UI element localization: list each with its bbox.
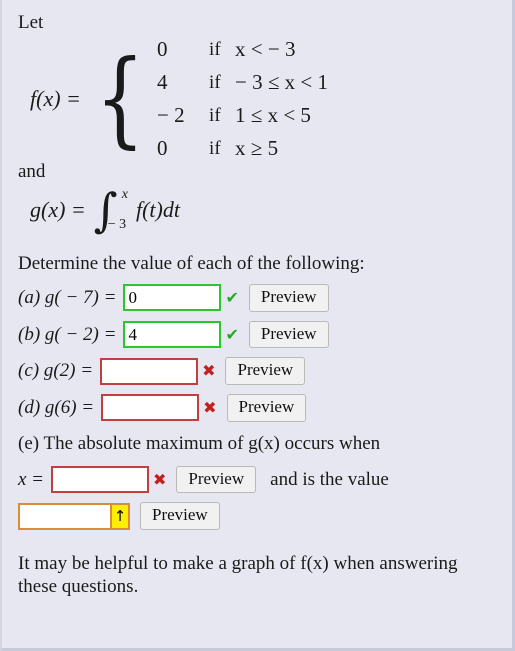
integral-expression: ∫ x − 3 xyxy=(94,187,128,233)
question-label-c: (c) g(2) = xyxy=(18,360,94,382)
check-icon: ✔ xyxy=(225,287,239,307)
check-icon: ✔ xyxy=(225,324,239,344)
question-row-e-x: x = ✖ Preview and is the value xyxy=(18,465,512,494)
answer-input-e-value[interactable] xyxy=(18,502,112,530)
case-value: − 2 xyxy=(157,103,185,127)
instructions-text: Determine the value of each of the follo… xyxy=(18,253,365,274)
answer-input-a[interactable] xyxy=(123,284,222,312)
footer-note: It may be helpful to make a graph of f(x… xyxy=(18,553,458,598)
case-value: 0 xyxy=(157,37,168,61)
question-row-d: (d) g(6) = ✖ Preview xyxy=(18,394,512,422)
preview-button-c[interactable]: Preview xyxy=(225,357,306,386)
let-label: Let xyxy=(18,12,44,33)
question-row-e-value: ↑ Preview xyxy=(18,502,512,531)
integral-limits: x − 3 xyxy=(108,187,128,233)
answer-input-b[interactable] xyxy=(123,321,222,349)
problem-panel: Let f(x) = { 0 if x < − 3 4 if − 3 ≤ x <… xyxy=(0,0,515,651)
case-value: 4 xyxy=(157,70,168,94)
integral-lhs: g(x) = xyxy=(30,197,86,222)
case-if-word: if xyxy=(209,137,221,159)
question-label-a: (a) g( − 7) = xyxy=(18,286,117,308)
answer-input-d[interactable] xyxy=(101,394,200,422)
integral-lower-limit: − 3 xyxy=(107,217,127,232)
case-condition: x ≥ 5 xyxy=(235,136,279,160)
function-label: f(x) = xyxy=(30,86,81,111)
cross-icon: ✖ xyxy=(202,361,216,381)
question-row-b: (b) g( − 2) = ✔ Preview xyxy=(18,320,512,349)
piecewise-cases: 0 if x < − 3 4 if − 3 ≤ x < 1 − 2 if 1 ≤… xyxy=(157,37,328,161)
question-row-e-prompt: (e) The absolute maximum of g(x) occurs … xyxy=(18,431,512,457)
case-if-word: if xyxy=(209,38,221,60)
question-label-b: (b) g( − 2) = xyxy=(18,323,117,345)
integrand: f(t)dt xyxy=(135,197,180,222)
and-label: and xyxy=(18,161,46,182)
piecewise-function-definition: f(x) = { 0 if x < − 3 4 if − 3 ≤ x < 1 −… xyxy=(30,37,512,161)
case-condition: 1 ≤ x < 5 xyxy=(235,103,311,127)
preview-button-b[interactable]: Preview xyxy=(248,320,329,349)
x-equals-label: x = xyxy=(18,468,45,490)
question-label-e: (e) The absolute maximum of g(x) occurs … xyxy=(18,432,381,454)
case-value: 0 xyxy=(157,136,168,160)
answer-input-e-x[interactable] xyxy=(51,466,150,494)
arrow-up-icon[interactable]: ↑ xyxy=(112,502,130,530)
case-if-word: if xyxy=(209,71,221,93)
case-condition: x < − 3 xyxy=(235,37,296,61)
preview-button-d[interactable]: Preview xyxy=(226,394,307,422)
left-brace-glyph: { xyxy=(95,37,145,160)
cross-icon: ✖ xyxy=(203,397,217,417)
and-is-the-value-text: and is the value xyxy=(270,468,389,490)
case-condition: − 3 ≤ x < 1 xyxy=(235,70,329,94)
answer-input-group-e-value: ↑ xyxy=(18,502,130,530)
question-label-d: (d) g(6) = xyxy=(18,396,95,418)
cross-icon: ✖ xyxy=(153,469,167,489)
preview-button-e-value[interactable]: Preview xyxy=(140,502,220,531)
preview-button-e-x[interactable]: Preview xyxy=(176,465,257,494)
preview-button-a[interactable]: Preview xyxy=(248,284,329,312)
integral-upper-limit: x xyxy=(121,187,128,202)
answer-input-c[interactable] xyxy=(100,357,199,385)
question-row-c: (c) g(2) = ✖ Preview xyxy=(18,357,512,386)
question-row-a: (a) g( − 7) = ✔ Preview xyxy=(18,284,512,312)
case-if-word: if xyxy=(209,104,221,126)
integral-definition: g(x) = ∫ x − 3 f(t)dt xyxy=(30,187,512,233)
